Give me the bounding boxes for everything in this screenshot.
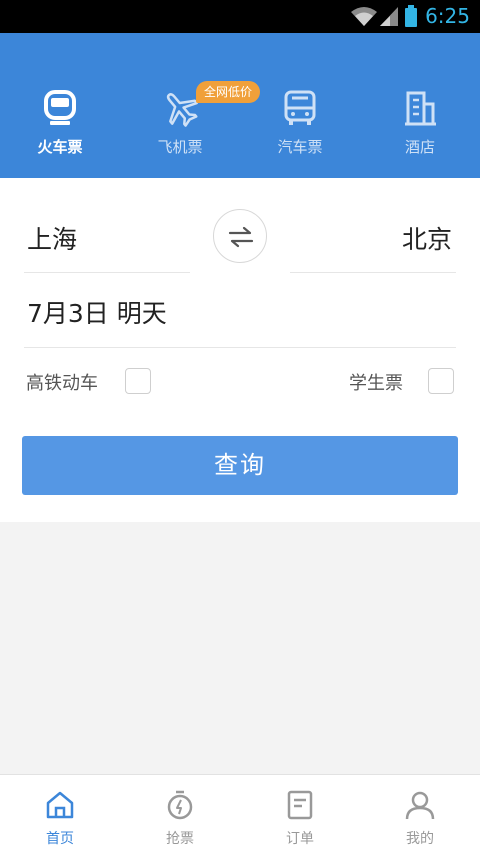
promo-badge: 全网低价 xyxy=(196,81,261,103)
nav-orders[interactable]: 订单 xyxy=(240,789,360,848)
nav-profile[interactable]: 我的 xyxy=(360,789,480,848)
nav-grab-tickets[interactable]: 抢票 xyxy=(120,789,240,848)
search-button[interactable]: 查询 xyxy=(22,436,458,495)
clock: 6:25 xyxy=(425,4,470,28)
departure-date[interactable]: 7月3日 明天 xyxy=(27,294,167,330)
from-city[interactable]: 上海 xyxy=(27,220,77,256)
battery-icon xyxy=(405,5,417,27)
bus-icon xyxy=(284,90,316,125)
tab-bus[interactable]: 汽车票 xyxy=(240,88,360,157)
swap-icon xyxy=(228,226,254,248)
wifi-icon xyxy=(351,7,377,26)
category-header: 火车票 飞机票 汽车票 酒店 全网低价 xyxy=(0,33,480,178)
profile-icon xyxy=(405,791,435,820)
from-divider xyxy=(24,272,190,273)
date-divider xyxy=(24,347,456,348)
to-divider xyxy=(290,272,456,273)
tab-hotel[interactable]: 酒店 xyxy=(360,88,480,157)
hotel-icon xyxy=(405,91,436,126)
tab-train[interactable]: 火车票 xyxy=(0,88,120,157)
search-form: 上海 北京 7月3日 明天 高铁动车 学生票 查询 xyxy=(0,178,480,522)
highspeed-checkbox[interactable] xyxy=(125,368,151,394)
nav-home[interactable]: 首页 xyxy=(0,789,120,848)
student-checkbox[interactable] xyxy=(428,368,454,394)
student-label: 学生票 xyxy=(349,373,403,394)
airplane-icon xyxy=(166,93,199,127)
signal-icon xyxy=(380,7,398,26)
home-icon xyxy=(46,791,74,819)
swap-cities-button[interactable] xyxy=(213,209,267,263)
highspeed-label: 高铁动车 xyxy=(26,373,98,394)
stopwatch-icon xyxy=(167,790,193,820)
to-city[interactable]: 北京 xyxy=(402,220,452,256)
bottom-nav: 首页 抢票 订单 我的 xyxy=(0,774,480,854)
order-icon xyxy=(287,790,313,820)
status-bar: 6:25 xyxy=(0,0,480,33)
train-icon xyxy=(44,90,76,125)
